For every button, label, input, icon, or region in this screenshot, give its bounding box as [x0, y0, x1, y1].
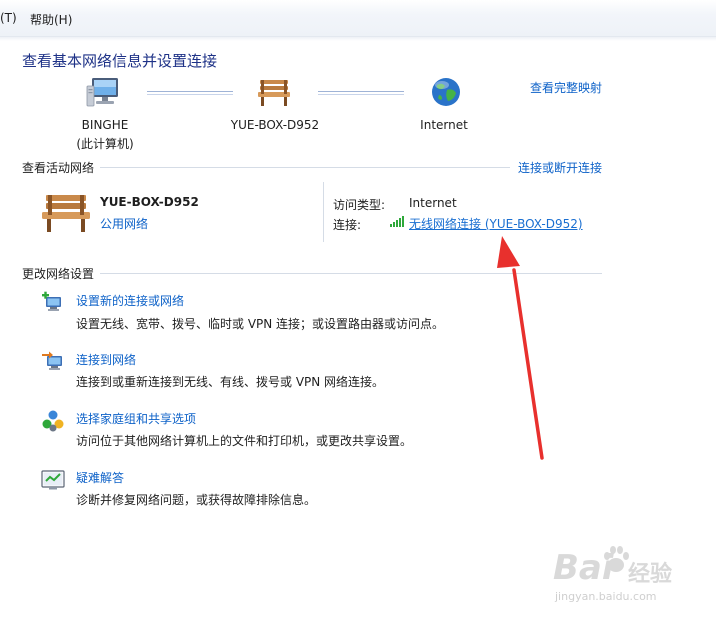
map-connector-2 [318, 91, 404, 92]
task-troubleshoot-link[interactable]: 疑难解答 [76, 469, 124, 486]
task-troubleshoot-desc: 诊断并修复网络问题，或获得故障排除信息。 [76, 493, 317, 507]
active-networks-divider [100, 167, 510, 168]
troubleshoot-icon [41, 468, 65, 492]
active-networks-label: 查看活动网络 [22, 161, 95, 175]
watermark-paw-icon [602, 545, 630, 575]
internet-name: Internet [420, 118, 468, 132]
menu-help[interactable]: 帮助(H) [30, 11, 72, 28]
vertical-divider [323, 182, 324, 242]
connect-disconnect-link[interactable]: 连接或断开连接 [518, 159, 602, 176]
annotation-arrow-head [497, 236, 520, 268]
active-network-name: YUE-BOX-D952 [100, 195, 199, 209]
router-name: YUE-BOX-D952 [230, 118, 320, 132]
change-settings-label: 更改网络设置 [22, 267, 95, 281]
map-connector-2b [318, 94, 404, 95]
map-connector-1b [147, 94, 233, 95]
watermark-url: jingyan.baidu.com [555, 590, 657, 603]
network-type-link[interactable]: 公用网络 [100, 215, 148, 232]
connect-network-icon [41, 350, 65, 374]
signal-bars-icon [390, 215, 406, 227]
annotation-arrow-shaft [512, 268, 544, 460]
access-type-label: 访问类型: [333, 198, 386, 212]
menu-tools[interactable]: (T) [0, 11, 17, 25]
page-title: 查看基本网络信息并设置连接 [22, 52, 218, 70]
connections-label: 连接: [333, 218, 362, 232]
task-homegroup-link[interactable]: 选择家庭组和共享选项 [76, 410, 196, 427]
globe-icon [430, 76, 462, 108]
task-connect-network-desc: 连接到或重新连接到无线、有线、拨号或 VPN 网络连接。 [76, 375, 385, 389]
annotation-arrow [497, 236, 544, 460]
map-connector-1 [147, 91, 233, 92]
computer-icon [86, 76, 122, 110]
computer-sub: (此计算机) [76, 137, 134, 151]
menu-bar: (T) 帮助(H) [0, 0, 716, 37]
bench-icon [256, 78, 292, 108]
computer-name: BINGHE [81, 118, 129, 132]
homegroup-icon [41, 409, 65, 433]
view-full-map-link[interactable]: 查看完整映射 [530, 79, 602, 96]
task-connect-network-link[interactable]: 连接到网络 [76, 351, 136, 368]
task-new-connection-desc: 设置无线、宽带、拨号、临时或 VPN 连接；或设置路由器或访问点。 [76, 317, 445, 331]
task-new-connection-link[interactable]: 设置新的连接或网络 [76, 292, 184, 309]
access-type-value: Internet [409, 196, 457, 210]
watermark-brand2: 经验 [628, 562, 673, 587]
task-homegroup-desc: 访问位于其他网络计算机上的文件和打印机，或更改共享设置。 [76, 434, 413, 448]
new-connection-icon [41, 291, 65, 315]
network-bench-icon [40, 193, 92, 235]
menu-bar-shadow [0, 37, 716, 41]
